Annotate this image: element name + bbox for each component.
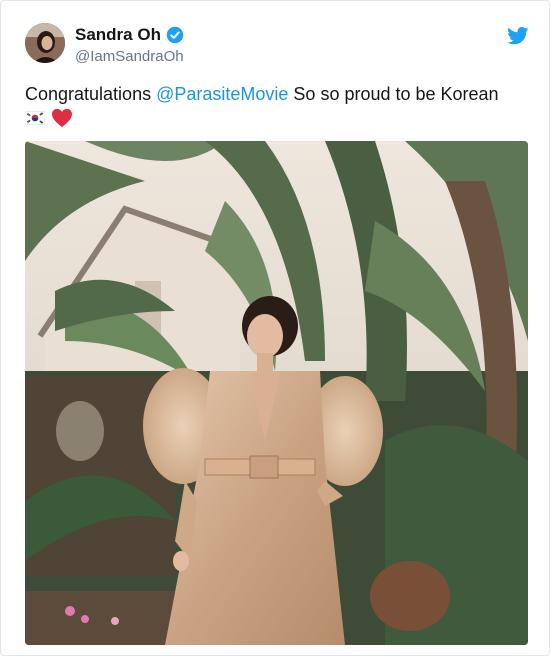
display-name[interactable]: Sandra Oh bbox=[75, 25, 161, 45]
twitter-bird-icon[interactable] bbox=[507, 27, 529, 45]
tweet-text: Congratulations @ParasiteMovie So so pro… bbox=[25, 82, 525, 130]
tweet-card: Sandra Oh @IamSandraOh Congratulations @… bbox=[0, 0, 550, 656]
user-handle[interactable]: @IamSandraOh bbox=[75, 48, 184, 65]
red-heart-emoji bbox=[52, 108, 72, 128]
mention-link[interactable]: @ParasiteMovie bbox=[156, 84, 288, 104]
tweet-photo[interactable] bbox=[25, 141, 528, 645]
author-names: Sandra Oh @IamSandraOh bbox=[75, 25, 184, 65]
tweet-header: Sandra Oh @IamSandraOh bbox=[25, 23, 529, 67]
tweet-text-start: Congratulations bbox=[25, 84, 157, 104]
south-korea-flag-emoji bbox=[25, 111, 45, 125]
emoji-row bbox=[25, 106, 525, 130]
verified-badge-icon bbox=[166, 26, 184, 44]
avatar[interactable] bbox=[25, 23, 65, 63]
tweet-text-end: So so proud to be Korean bbox=[288, 84, 499, 104]
